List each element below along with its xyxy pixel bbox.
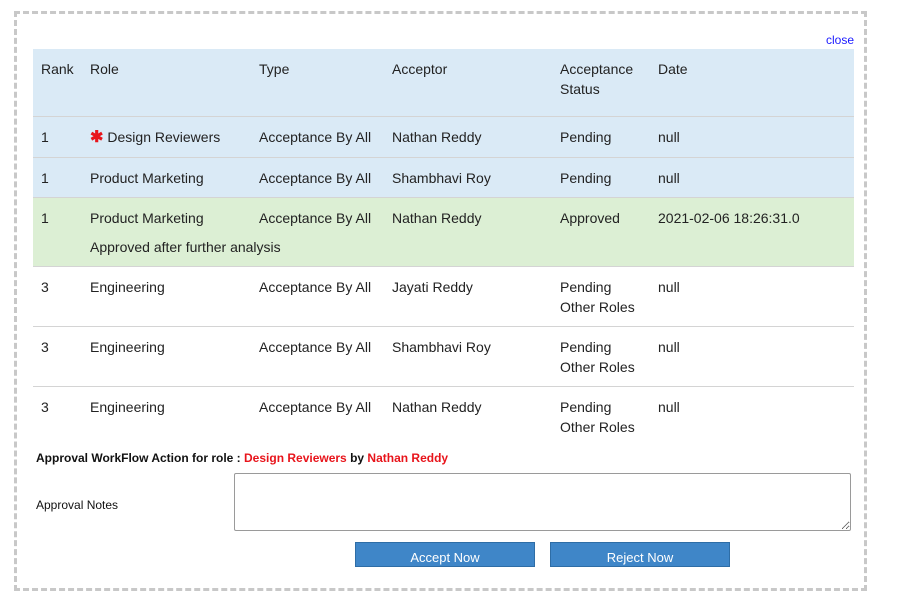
table-row: 1 Product Marketing Acceptance By All Na… bbox=[33, 197, 854, 237]
header-acceptance-status: Acceptance Status bbox=[552, 49, 650, 117]
cell-date: 2021-02-06 18:26:31.0 bbox=[658, 210, 800, 226]
asterisk-icon: ✱ bbox=[90, 129, 104, 146]
cell-acceptor: Nathan Reddy bbox=[384, 116, 552, 158]
cell-role: Engineering bbox=[90, 399, 165, 415]
workflow-action-title: Approval WorkFlow Action for role : Desi… bbox=[36, 451, 449, 465]
cell-type: Acceptance By All bbox=[251, 116, 384, 158]
cell-type: Acceptance By All bbox=[259, 210, 372, 226]
close-link[interactable]: close bbox=[826, 33, 854, 47]
approval-remark: Approved after further analysis bbox=[82, 237, 854, 267]
cell-status: Pending Other Roles bbox=[560, 399, 635, 435]
cell-role: Product Marketing bbox=[82, 157, 251, 198]
table-row: 3 Engineering Acceptance By All Jayati R… bbox=[33, 266, 854, 327]
cell-rank: 3 bbox=[33, 326, 82, 387]
accept-now-button[interactable]: Accept Now bbox=[355, 542, 535, 567]
cell-rank: 1 bbox=[33, 116, 82, 158]
header-date: Date bbox=[650, 49, 854, 117]
cell-status: Approved bbox=[560, 210, 620, 226]
cell-acceptor: Shambhavi Roy bbox=[384, 157, 552, 198]
cell-acceptor: Nathan Reddy bbox=[392, 210, 482, 226]
cell-rank: 3 bbox=[33, 266, 82, 327]
cell-acceptor: Jayati Reddy bbox=[384, 266, 552, 327]
cell-rank: 3 bbox=[41, 399, 49, 415]
cell-date: null bbox=[650, 326, 854, 387]
cell-date: null bbox=[650, 157, 854, 198]
cell-acceptor: Shambhavi Roy bbox=[384, 326, 552, 387]
cell-status: Pending bbox=[552, 116, 650, 158]
cell-role: Product Marketing bbox=[90, 210, 204, 226]
cell-role: Engineering bbox=[82, 326, 251, 387]
cell-acceptor: Nathan Reddy bbox=[392, 399, 482, 415]
approval-notes-textarea[interactable] bbox=[234, 473, 851, 531]
action-user: Nathan Reddy bbox=[367, 451, 449, 465]
table-row: 1 ✱ Design Reviewers Acceptance By All Na… bbox=[33, 116, 854, 158]
cell-rank: 1 bbox=[41, 210, 49, 226]
cell-type: Acceptance By All bbox=[259, 399, 372, 415]
cell-date: null bbox=[650, 116, 854, 158]
table-row-remark: Approved after further analysis bbox=[33, 237, 854, 267]
cell-role: Engineering bbox=[82, 266, 251, 327]
reject-now-button[interactable]: Reject Now bbox=[550, 542, 730, 567]
approval-notes-label: Approval Notes bbox=[36, 498, 119, 512]
cell-status: Pending bbox=[552, 157, 650, 198]
table-header-row: Rank Role Type Acceptor Acceptance Status… bbox=[33, 49, 854, 117]
cell-status: Pending Other Roles bbox=[552, 266, 650, 327]
cell-date: null bbox=[658, 399, 680, 415]
cell-rank: 1 bbox=[33, 157, 82, 198]
approval-table: Rank Role Type Acceptor Acceptance Status… bbox=[33, 49, 854, 446]
cell-status: Pending Other Roles bbox=[552, 326, 650, 387]
cell-type: Acceptance By All bbox=[251, 157, 384, 198]
cell-date: null bbox=[650, 266, 854, 327]
cell-type: Acceptance By All bbox=[251, 266, 384, 327]
cell-type: Acceptance By All bbox=[251, 326, 384, 387]
action-role: Design Reviewers bbox=[244, 451, 347, 465]
header-acceptor: Acceptor bbox=[384, 49, 552, 117]
cell-role: ✱ Design Reviewers bbox=[82, 116, 251, 158]
header-rank: Rank bbox=[33, 49, 82, 117]
table-row: 1 Product Marketing Acceptance By All Sh… bbox=[33, 157, 854, 198]
table-row: 3 Engineering Acceptance By All Nathan R… bbox=[33, 387, 854, 447]
table-row: 3 Engineering Acceptance By All Shambhav… bbox=[33, 326, 854, 387]
header-role: Role bbox=[82, 49, 251, 117]
header-type: Type bbox=[251, 49, 384, 117]
